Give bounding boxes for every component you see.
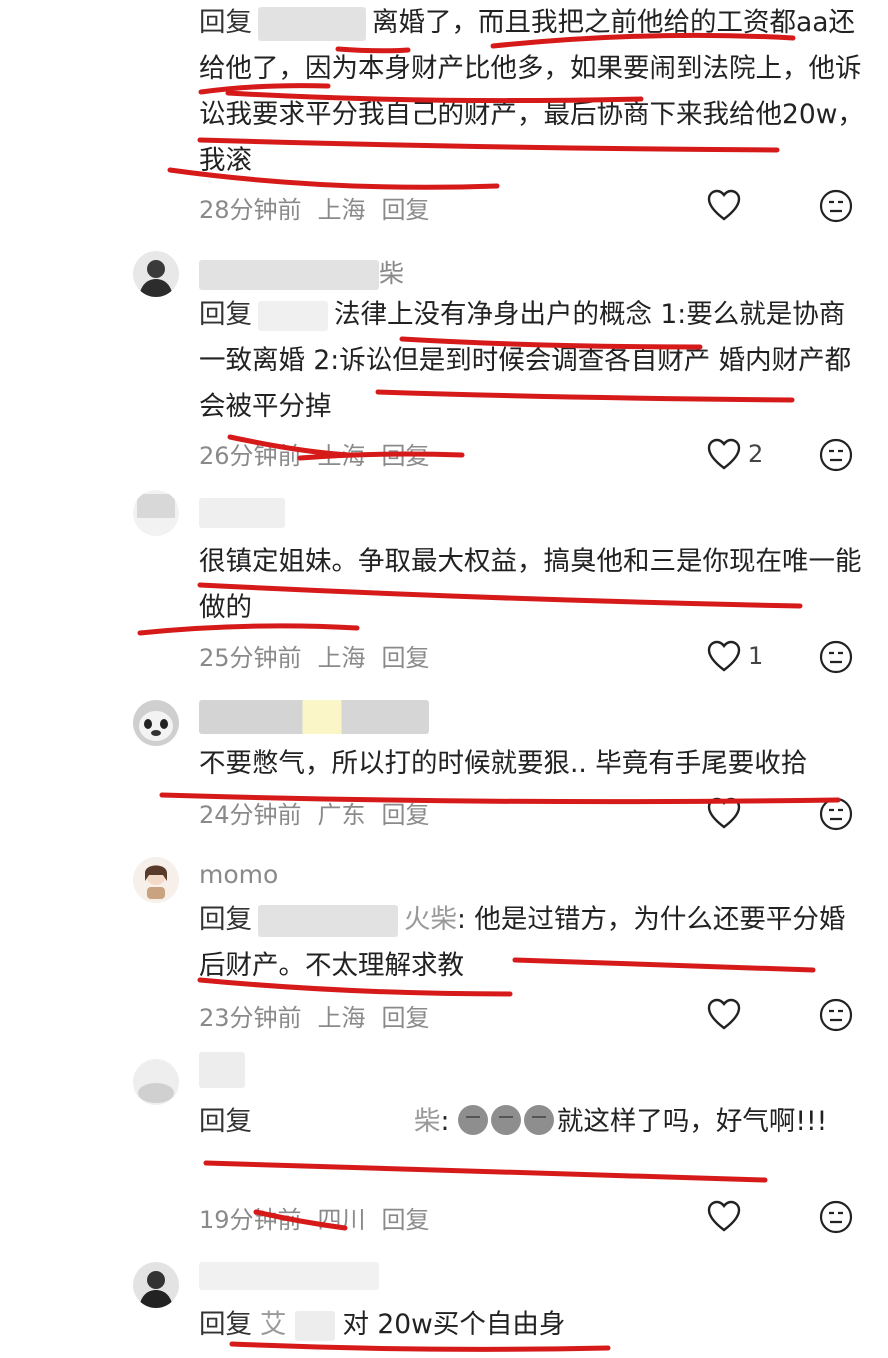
comment-meta: 23分钟前 上海 回复 [199,1004,430,1032]
blurred-name [258,6,366,41]
comment-meta: 28分钟前 上海 回复 [199,196,430,224]
blurred-name [258,300,328,331]
smiley-face-icon[interactable] [818,437,854,473]
username[interactable] [199,1260,379,1290]
avatar[interactable] [133,490,179,536]
pensive-emoji-icon [523,1105,554,1135]
reply-button[interactable]: 回复 [382,644,430,672]
comment-meta: 25分钟前 上海 回复 [199,644,430,672]
blurred-name [294,1310,335,1341]
username[interactable] [199,497,285,528]
reply-button[interactable]: 回复 [382,196,430,224]
username[interactable]: momo [199,860,278,889]
comment-text: 不要憋气，所以打的时候就要狠.. 毕竟有手尾要收拾 [199,748,808,779]
reply-button[interactable]: 回复 [382,1206,430,1234]
blurred-name [199,1052,245,1088]
comment-meta: 26分钟前 上海 回复 [199,442,430,470]
comment-text: 回复艾对 20w买个自由身 [199,1309,566,1341]
avatar[interactable] [133,1262,179,1308]
comment-text: 回复 法律上没有净身出户的概念 1:要么就是协商一致离婚 2:诉讼但是到时候会调查… [199,299,852,422]
comment-text: 回复 离婚了，而且我把之前他给的工资都aa还给他了，因为本身财产比他多，如果要闹到… [199,6,864,176]
heart-icon[interactable] [706,437,742,473]
username[interactable] [199,1052,245,1088]
like-count: 1 [748,642,764,670]
username[interactable]: 柴 [199,254,404,290]
smiley-face-icon[interactable] [818,796,854,832]
blurred-name [199,498,285,528]
smiley-face-icon[interactable] [818,188,854,224]
blurred-name [199,700,429,734]
comment-text: 回复 柴: 就这样了吗，好气啊!!! [199,1105,828,1138]
smiley-face-icon[interactable] [818,1199,854,1235]
heart-icon[interactable] [706,997,742,1033]
like-count: 2 [748,440,764,468]
pensive-emoji-icon [457,1105,488,1135]
heart-icon[interactable] [706,796,742,832]
heart-icon[interactable] [706,188,742,224]
smiley-face-icon[interactable] [818,997,854,1033]
blurred-name [258,1107,408,1138]
reply-button[interactable]: 回复 [382,1004,430,1032]
username[interactable] [199,700,429,734]
blurred-name [199,260,379,290]
smiley-face-icon[interactable] [818,639,854,675]
avatar[interactable] [133,700,179,746]
blurred-name [258,904,398,937]
avatar[interactable] [133,251,179,297]
pensive-emoji-icon [490,1105,521,1135]
blurred-name [199,1262,379,1290]
heart-icon[interactable] [706,639,742,675]
avatar[interactable] [133,857,179,903]
comment-text: 很镇定姐妹。争取最大权益，搞臭他和三是你现在唯一能做的 [199,546,862,623]
avatar[interactable] [133,1059,179,1105]
comment-text: 回复 火柴: 他是过错方，为什么还要平分婚后财产。不太理解求教 [199,904,846,981]
reply-button[interactable]: 回复 [382,801,430,829]
heart-icon[interactable] [706,1199,742,1235]
comment-meta: 19分钟前 四川 回复 [199,1206,430,1234]
reply-button[interactable]: 回复 [382,442,430,470]
comment-meta: 24分钟前 广东 回复 [199,801,430,829]
